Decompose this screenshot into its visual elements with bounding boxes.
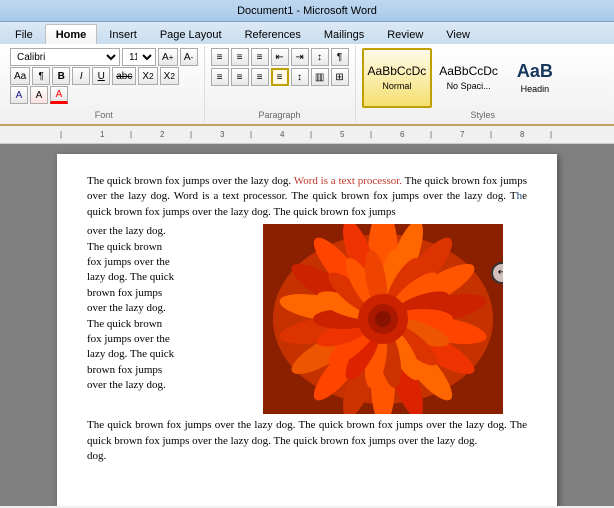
numbering-button[interactable]: ≡ [231,48,249,66]
italic-button[interactable]: I [72,67,90,85]
font-color-button[interactable]: A [50,86,68,104]
styles-group-content: AaBbCcDc Normal AaBbCcDc No Spaci... AaB… [362,48,604,108]
shading-button[interactable]: ▥ [311,68,329,86]
font-row-2: Aa ¶ B I U abc X2 X2 [10,67,179,85]
title-bar: Document1 - Microsoft Word [0,0,614,22]
highlight-button[interactable]: A [30,86,48,104]
strikethrough-button[interactable]: abc [112,67,136,85]
tab-insert[interactable]: Insert [98,24,148,44]
text-word-processor-1: Word is a text processor. [294,175,402,187]
bottom-paragraph: The quick brown fox jumps over the lazy … [87,418,527,464]
ruler-content: | 1 | 2 | 3 | 4 | 5 | 6 | 7 | 8 | [0,126,614,143]
font-row-3: A A A [10,86,68,104]
font-group-label: Font [10,108,198,120]
styles-group-label: Styles [362,108,604,120]
bottom-text-2: dog. [87,450,106,462]
font-size-select[interactable]: 11 [122,48,156,66]
justify-button[interactable]: ≡ [271,68,289,86]
tab-home[interactable]: Home [45,24,98,44]
text-cont-4: quick brown fox jumps over the lazy dog.… [87,206,396,218]
clear-format-button[interactable]: ¶ [32,67,50,85]
superscript-button[interactable]: X2 [160,67,179,85]
content-area: over the lazy dog. The quick brown fox j… [87,224,527,414]
document-page: The quick brown fox jumps over the lazy … [57,154,557,506]
align-right-button[interactable]: ≡ [251,68,269,86]
page-wrapper: The quick brown fox jumps over the lazy … [0,144,614,506]
align-center-button[interactable]: ≡ [231,68,249,86]
style-nospace-preview: AaBbCcDc [439,65,498,77]
paragraph-group-content: ≡ ≡ ≡ ⇤ ⇥ ↕ ¶ ≡ ≡ ≡ ≡ ↕ ▥ ⊞ [211,48,349,108]
style-heading-label: Headin [521,84,550,94]
flower-image: ↩ [263,224,503,414]
style-nospace-button[interactable]: AaBbCcDc No Spaci... [434,48,503,108]
ribbon-content: Calibri 11 A+ A- Aa ¶ B I U abc X2 X2 A [0,44,614,126]
style-heading-button[interactable]: AaB Headin [505,48,565,108]
sort-button[interactable]: ↕ [311,48,329,66]
tab-references[interactable]: References [234,24,312,44]
change-case-button[interactable]: Aa [10,67,30,85]
font-name-select[interactable]: Calibri [10,48,120,66]
styles-group: AaBbCcDc Normal AaBbCcDc No Spaci... AaB… [356,46,610,122]
align-left-button[interactable]: ≡ [211,68,229,86]
ribbon-tabs: File Home Insert Page Layout References … [0,22,614,44]
style-nospace-label: No Spaci... [447,81,491,91]
font-row-1: Calibri 11 A+ A- [10,48,198,66]
bottom-text-1: The quick brown fox jumps over the lazy … [87,419,527,446]
tab-mailings[interactable]: Mailings [313,24,375,44]
flower-svg [263,224,503,414]
ruler: | 1 | 2 | 3 | 4 | 5 | 6 | 7 | 8 | [0,126,614,144]
shrink-font-button[interactable]: A- [180,48,198,66]
first-paragraph: The quick brown fox jumps over the lazy … [87,174,527,220]
style-normal-button[interactable]: AaBbCcDc Normal [362,48,433,108]
bold-button[interactable]: B [52,67,70,85]
text-effect-button[interactable]: A [10,86,28,104]
line-spacing-button[interactable]: ↕ [291,68,309,86]
decrease-indent-button[interactable]: ⇤ [271,48,289,66]
font-group-content: Calibri 11 A+ A- Aa ¶ B I U abc X2 X2 A [10,48,198,108]
tab-file[interactable]: File [4,24,44,44]
underline-button[interactable]: U [92,67,110,85]
style-normal-label: Normal [382,81,411,91]
paragraph-group: ≡ ≡ ≡ ⇤ ⇥ ↕ ¶ ≡ ≡ ≡ ≡ ↕ ▥ ⊞ Paragraph [205,46,356,122]
style-normal-preview: AaBbCcDc [368,65,427,77]
subscript-button[interactable]: X2 [138,67,157,85]
bullets-button[interactable]: ≡ [211,48,229,66]
text-quickbrown-1: The quick brown fox jumps over the lazy … [87,175,294,187]
left-col-text: over the lazy dog. The quick brown fox j… [87,224,257,393]
style-heading-preview: AaB [517,62,553,80]
text-cont-3: e [522,190,527,202]
font-group: Calibri 11 A+ A- Aa ¶ B I U abc X2 X2 A [4,46,205,122]
tab-view[interactable]: View [435,24,481,44]
tab-review[interactable]: Review [376,24,434,44]
para-row-1: ≡ ≡ ≡ ⇤ ⇥ ↕ ¶ [211,48,349,66]
tab-pagelayout[interactable]: Page Layout [149,24,233,44]
paragraph-group-label: Paragraph [211,108,349,120]
borders-button[interactable]: ⊞ [331,68,349,86]
grow-font-button[interactable]: A+ [158,48,178,66]
multilevel-button[interactable]: ≡ [251,48,269,66]
show-formatting-button[interactable]: ¶ [331,48,349,66]
para-row-2: ≡ ≡ ≡ ≡ ↕ ▥ ⊞ [211,68,349,86]
title-text: Document1 - Microsoft Word [237,5,377,17]
increase-indent-button[interactable]: ⇥ [291,48,309,66]
text-left-column: over the lazy dog. The quick brown fox j… [87,224,257,414]
